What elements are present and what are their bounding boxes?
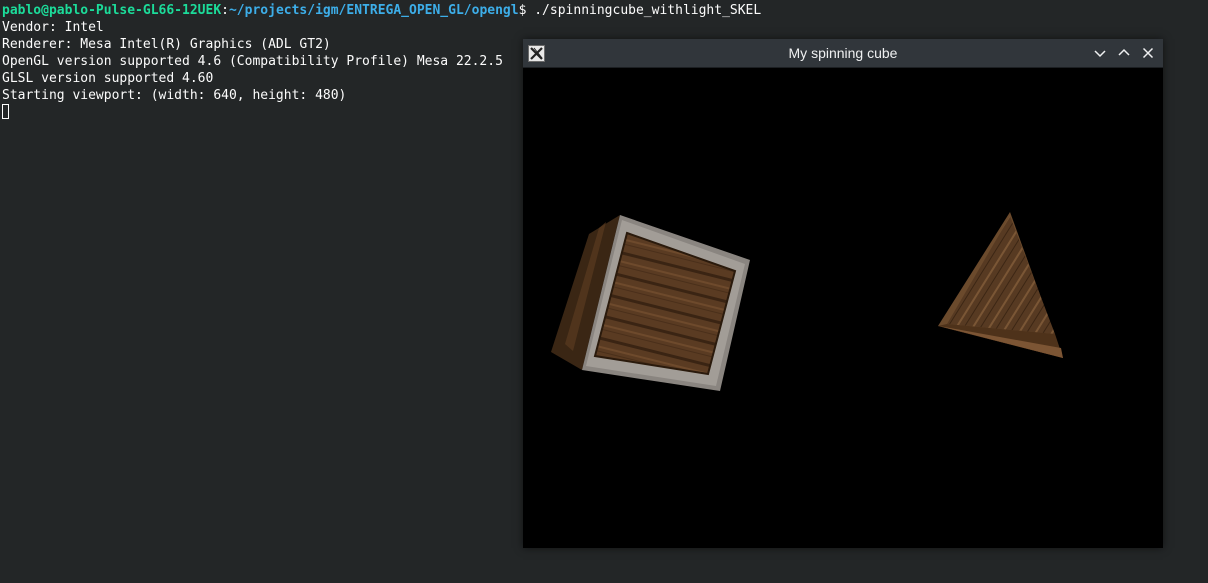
terminal-output-line: GLSL version supported 4.60 xyxy=(2,71,214,86)
textured-cube xyxy=(551,215,750,391)
terminal-output-line: OpenGL version supported 4.6 (Compatibil… xyxy=(2,54,503,69)
window-titlebar[interactable]: My spinning cube xyxy=(523,39,1163,68)
minimize-icon xyxy=(1094,50,1106,58)
prompt-separator: : xyxy=(221,3,229,18)
terminal-output-line: Starting viewport: (width: 640, height: … xyxy=(2,88,347,103)
close-button[interactable] xyxy=(1139,44,1157,62)
terminal-output-line: Vendor: Intel xyxy=(2,20,104,35)
terminal-cursor xyxy=(2,104,9,119)
maximize-icon xyxy=(1118,48,1130,56)
prompt-path: ~/projects/igm/ENTREGA_OPEN_GL/opengl xyxy=(228,3,519,18)
maximize-button[interactable] xyxy=(1115,44,1133,62)
terminal-command: ./spinningcube_withlight_SKEL xyxy=(534,3,762,18)
prompt-symbol: $ xyxy=(518,3,535,18)
terminal-prompt-line: pablo@pablo-Pulse-GL66-12UEK:~/projects/… xyxy=(2,2,761,19)
textured-pyramid xyxy=(938,212,1063,358)
terminal-output-line: Renderer: Mesa Intel(R) Graphics (ADL GT… xyxy=(2,37,331,52)
opengl-window[interactable]: My spinning cube xyxy=(523,39,1163,548)
close-icon xyxy=(1142,47,1154,59)
window-title: My spinning cube xyxy=(788,45,898,61)
gl-render-canvas[interactable] xyxy=(523,68,1163,548)
minimize-button[interactable] xyxy=(1091,44,1109,62)
prompt-user: pablo@pablo-Pulse-GL66-12UEK xyxy=(2,3,222,18)
